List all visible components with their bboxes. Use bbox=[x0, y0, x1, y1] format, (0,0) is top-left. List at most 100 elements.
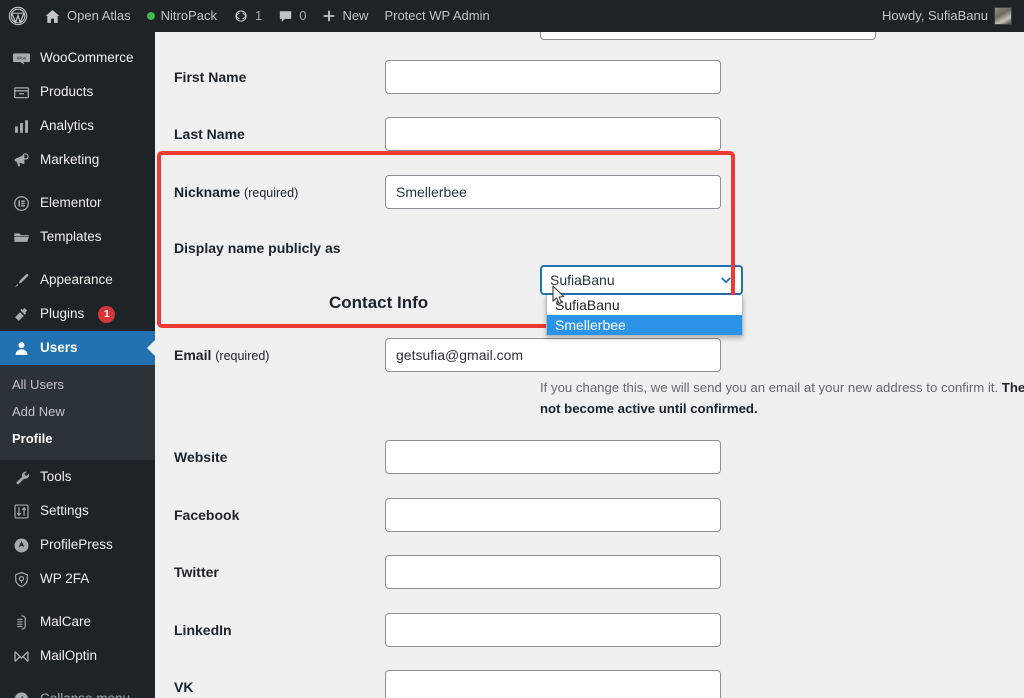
sidebar-item-plugins[interactable]: Plugins 1 bbox=[0, 297, 155, 331]
email-label: Email (required) bbox=[155, 338, 385, 373]
analytics-bar-chart-icon bbox=[11, 116, 31, 136]
my-account-menu[interactable]: Howdy, SufiaBanu bbox=[874, 0, 1024, 32]
sidebar-item-mailoptin[interactable]: MailOptin bbox=[0, 639, 155, 673]
field-row-email: Email (required) bbox=[155, 338, 1024, 373]
sidebar-item-add-new-user[interactable]: Add New bbox=[0, 398, 155, 425]
comments-button[interactable]: 0 bbox=[270, 0, 314, 32]
admin-bar: Open Atlas NitroPack 1 0 New Protect WP … bbox=[0, 0, 1024, 32]
sidebar-item-all-users[interactable]: All Users bbox=[0, 371, 155, 398]
nickname-input[interactable] bbox=[385, 175, 721, 209]
sidebar-item-wp-2fa[interactable]: WP 2FA bbox=[0, 562, 155, 596]
sidebar-item-label: MailOptin bbox=[40, 647, 98, 663]
collapse-menu-label: Collapse menu bbox=[40, 692, 130, 698]
wp2fa-shield-icon bbox=[11, 569, 31, 589]
collapse-arrow-icon bbox=[11, 689, 31, 698]
facebook-input[interactable] bbox=[385, 498, 721, 532]
menu-separator bbox=[0, 596, 155, 605]
clipped-field-above[interactable] bbox=[540, 32, 876, 40]
linkedin-input[interactable] bbox=[385, 613, 721, 647]
nickname-label-text: Nickname bbox=[174, 184, 241, 200]
display-name-select-wrap: SufiaBanu SufiaBanu Smellerbee bbox=[540, 265, 743, 336]
sidebar-item-label: Products bbox=[40, 83, 94, 99]
sidebar-item-label: WooCommerce bbox=[40, 49, 134, 65]
linkedin-label: LinkedIn bbox=[174, 622, 232, 638]
sidebar-item-elementor[interactable]: Elementor bbox=[0, 186, 155, 220]
sidebar-item-label: Tools bbox=[40, 468, 72, 484]
sidebar-item-woocommerce[interactable]: Woo WooCommerce bbox=[0, 41, 155, 75]
woocommerce-icon: Woo bbox=[11, 48, 31, 68]
admin-sidebar: Woo WooCommerce Products Analytics Marke… bbox=[0, 32, 155, 698]
home-icon bbox=[45, 9, 60, 23]
elementor-icon bbox=[11, 193, 31, 213]
site-name-menu[interactable]: Open Atlas bbox=[36, 0, 139, 32]
field-row-last-name: Last Name bbox=[155, 117, 1024, 151]
sidebar-item-tools[interactable]: Tools bbox=[0, 460, 155, 494]
nickname-label: Nickname (required) bbox=[155, 175, 385, 210]
updates-button[interactable]: 1 bbox=[225, 0, 270, 32]
display-name-selected-value: SufiaBanu bbox=[550, 272, 615, 288]
contact-info-heading: Contact Info bbox=[329, 293, 429, 312]
protect-wp-admin-label: Protect WP Admin bbox=[384, 8, 490, 23]
plugins-plug-icon bbox=[11, 304, 31, 324]
sidebar-item-label: Elementor bbox=[40, 194, 102, 210]
menu-spacer bbox=[0, 32, 155, 41]
first-name-label: First Name bbox=[174, 69, 247, 85]
sidebar-item-appearance[interactable]: Appearance bbox=[0, 263, 155, 297]
website-input[interactable] bbox=[385, 440, 721, 474]
display-name-dropdown[interactable]: SufiaBanu Smellerbee bbox=[546, 295, 743, 336]
twitter-input[interactable] bbox=[385, 555, 721, 589]
sidebar-item-label: WP 2FA bbox=[40, 570, 90, 586]
last-name-input[interactable] bbox=[385, 117, 721, 151]
avatar bbox=[994, 7, 1012, 25]
dropdown-option-smellerbee[interactable]: Smellerbee bbox=[547, 315, 742, 335]
first-name-input[interactable] bbox=[385, 60, 721, 94]
profile-form: First Name Last Name Nickname (required)… bbox=[155, 32, 1024, 698]
marketing-megaphone-icon bbox=[11, 150, 31, 170]
svg-text:Woo: Woo bbox=[16, 55, 26, 60]
menu-separator bbox=[0, 177, 155, 186]
email-required-suffix: (required) bbox=[215, 349, 270, 363]
new-content-button[interactable]: New bbox=[314, 0, 376, 32]
plugins-update-badge: 1 bbox=[98, 305, 116, 323]
vk-label: VK bbox=[174, 679, 194, 695]
sidebar-item-malcare[interactable]: MalCare bbox=[0, 605, 155, 639]
email-label-text: Email bbox=[174, 347, 212, 363]
menu-separator bbox=[0, 254, 155, 263]
sidebar-item-templates[interactable]: Templates bbox=[0, 220, 155, 254]
malcare-icon bbox=[11, 612, 31, 632]
users-person-icon bbox=[11, 338, 31, 358]
dropdown-option-sufiabanu[interactable]: SufiaBanu bbox=[547, 295, 742, 315]
sidebar-item-profile[interactable]: Profile bbox=[0, 425, 155, 452]
sidebar-item-products[interactable]: Products bbox=[0, 75, 155, 109]
sidebar-item-label: Templates bbox=[40, 228, 102, 244]
menu-separator bbox=[0, 673, 155, 682]
plus-icon bbox=[323, 10, 335, 22]
field-row-twitter: Twitter bbox=[155, 555, 1024, 589]
email-input[interactable] bbox=[385, 338, 721, 372]
protect-wp-admin-menu[interactable]: Protect WP Admin bbox=[376, 0, 497, 32]
email-description: If you change this, we will send you an … bbox=[540, 377, 1024, 419]
website-label: Website bbox=[174, 449, 228, 465]
sidebar-item-users[interactable]: Users bbox=[0, 331, 155, 365]
vk-input[interactable] bbox=[385, 670, 721, 698]
comment-bubble-icon bbox=[280, 10, 292, 22]
email-description-plain: If you change this, we will send you an … bbox=[540, 380, 1002, 395]
wordpress-logo-button[interactable] bbox=[0, 0, 36, 32]
sidebar-item-label: Appearance bbox=[40, 271, 113, 287]
collapse-menu-button[interactable]: Collapse menu bbox=[0, 682, 155, 698]
sidebar-item-label: Analytics bbox=[40, 117, 95, 133]
new-label: New bbox=[342, 8, 369, 23]
facebook-label: Facebook bbox=[174, 507, 240, 523]
appearance-brush-icon bbox=[11, 270, 31, 290]
sidebar-item-label: Settings bbox=[40, 502, 89, 518]
sidebar-item-marketing[interactable]: Marketing bbox=[0, 143, 155, 177]
updates-count: 1 bbox=[254, 8, 263, 23]
field-row-first-name: First Name bbox=[155, 60, 1024, 94]
display-name-select[interactable]: SufiaBanu bbox=[540, 265, 743, 295]
sidebar-item-analytics[interactable]: Analytics bbox=[0, 109, 155, 143]
nitropack-menu[interactable]: NitroPack bbox=[139, 0, 225, 32]
sidebar-item-profilepress[interactable]: ProfilePress bbox=[0, 528, 155, 562]
sidebar-item-label: ProfilePress bbox=[40, 536, 113, 552]
last-name-label: Last Name bbox=[174, 126, 245, 142]
sidebar-item-settings[interactable]: Settings bbox=[0, 494, 155, 528]
